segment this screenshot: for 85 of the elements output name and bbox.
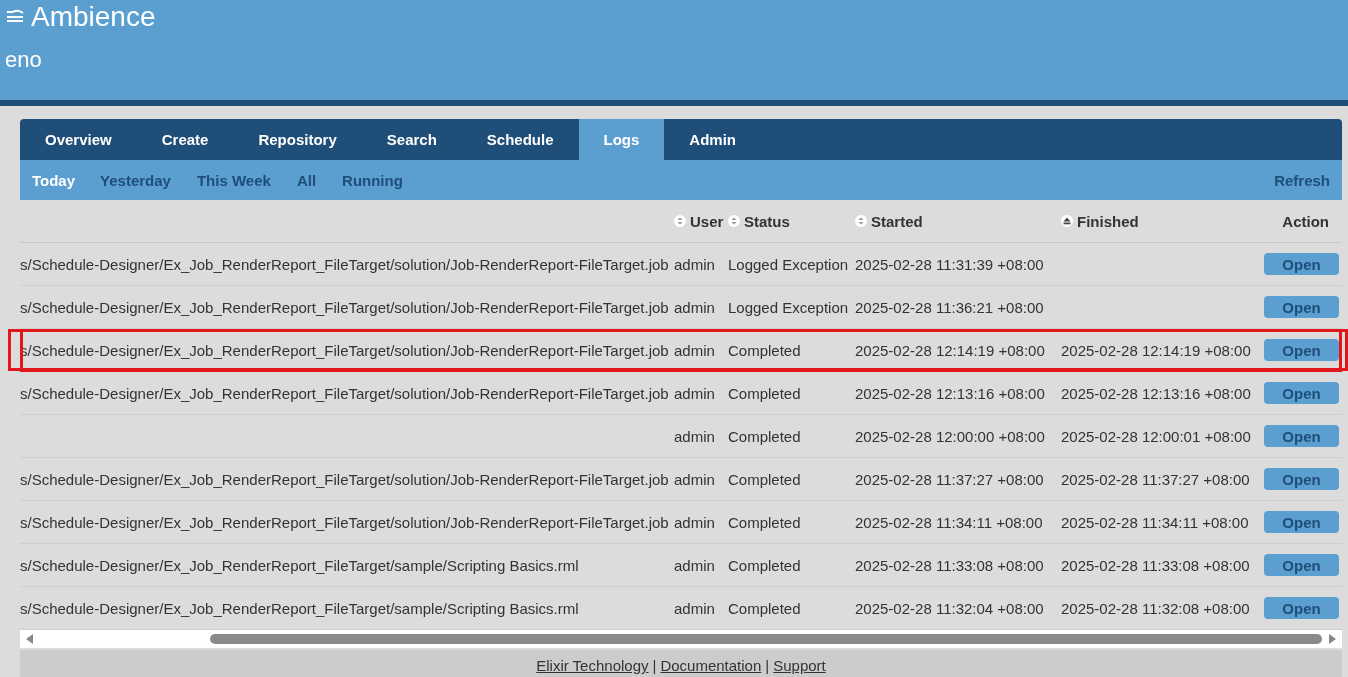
nav-tab[interactable]: Search <box>361 119 462 160</box>
open-button[interactable]: Open <box>1264 597 1339 619</box>
scrollbar-thumb[interactable] <box>210 634 1322 644</box>
file-path: s/Schedule-Designer/Ex_Job_RenderReport_FileTarget/solution/Job-RenderReport-FileTarget.job <box>20 255 669 273</box>
nav-tab[interactable]: Admin <box>664 119 762 160</box>
file-path: s/Schedule-Designer/Ex_Job_RenderReport_FileTarget/sample/Scripting Basics.rml <box>20 599 579 617</box>
started-cell: 2025-02-28 11:36:21 +08:00 <box>855 298 1044 316</box>
separator: | <box>765 657 770 674</box>
footer-link[interactable]: Documentation <box>660 657 762 674</box>
open-button[interactable]: Open <box>1264 339 1339 361</box>
user-cell: admin <box>674 599 715 617</box>
user-cell: admin <box>674 427 715 445</box>
started-cell: 2025-02-28 11:37:27 +08:00 <box>855 470 1044 488</box>
started-cell: 2025-02-28 11:34:11 +08:00 <box>855 513 1043 531</box>
file-path: s/Schedule-Designer/Ex_Job_RenderReport_FileTarget/solution/Job-RenderReport-FileTarget.job <box>20 470 669 488</box>
open-button[interactable]: Open <box>1264 425 1339 447</box>
sort-icon[interactable] <box>855 215 867 227</box>
user-cell: admin <box>674 298 715 316</box>
status-cell: Completed <box>728 556 801 574</box>
nav-tab[interactable]: Overview <box>20 119 137 160</box>
finished-cell: 2025-02-28 12:14:19 +08:00 <box>1061 341 1251 359</box>
status-cell: Completed <box>728 513 801 531</box>
user-cell: admin <box>674 513 715 531</box>
column-header[interactable]: Started <box>871 212 923 230</box>
status-cell: Completed <box>728 470 801 488</box>
file-path: s/Schedule-Designer/Ex_Job_RenderReport_FileTarget/solution/Job-RenderReport-FileTarget.job <box>20 341 669 359</box>
status-cell: Logged Exception <box>728 255 849 273</box>
footer-link[interactable]: Support <box>773 657 826 674</box>
started-cell: 2025-02-28 11:32:04 +08:00 <box>855 599 1044 617</box>
open-button[interactable]: Open <box>1264 296 1339 318</box>
user-cell: admin <box>674 255 715 273</box>
file-path: s/Schedule-Designer/Ex_Job_RenderReport_FileTarget/solution/Job-RenderReport-FileTarget.job <box>20 513 669 531</box>
refresh-link[interactable]: Refresh <box>1274 171 1330 189</box>
status-cell: Completed <box>728 427 801 445</box>
column-header[interactable]: Finished <box>1077 212 1139 230</box>
filter-link[interactable]: Running <box>342 171 403 189</box>
user-cell: admin <box>674 341 715 359</box>
finished-cell: 2025-02-28 11:37:27 +08:00 <box>1061 470 1250 488</box>
open-button[interactable]: Open <box>1264 511 1339 533</box>
file-path: s/Schedule-Designer/Ex_Job_RenderReport_FileTarget/sample/Scripting Basics.rml <box>20 556 579 574</box>
started-cell: 2025-02-28 11:31:39 +08:00 <box>855 255 1044 273</box>
started-cell: 2025-02-28 12:14:19 +08:00 <box>855 341 1045 359</box>
nav-tab[interactable]: Repository <box>233 119 362 160</box>
finished-cell: 2025-02-28 11:34:11 +08:00 <box>1061 513 1249 531</box>
started-cell: 2025-02-28 12:00:00 +08:00 <box>855 427 1045 445</box>
horizontal-scrollbar[interactable] <box>20 630 1342 648</box>
open-button[interactable]: Open <box>1264 382 1339 404</box>
sort-ascending-icon[interactable] <box>1061 215 1073 227</box>
open-button[interactable]: Open <box>1264 253 1339 275</box>
nav-tab[interactable]: Schedule <box>461 119 579 160</box>
footer-link[interactable]: Elixir Technology <box>536 657 649 674</box>
nav-tab[interactable]: Logs <box>578 119 665 160</box>
column-header[interactable]: User <box>690 212 724 230</box>
status-cell: Completed <box>728 384 801 402</box>
user-cell: admin <box>674 470 715 488</box>
sort-icon[interactable] <box>674 215 686 227</box>
file-path: s/Schedule-Designer/Ex_Job_RenderReport_FileTarget/solution/Job-RenderReport-FileTarget.job <box>20 298 669 316</box>
open-button[interactable]: Open <box>1264 554 1339 576</box>
column-header[interactable]: Status <box>744 212 790 230</box>
column-header: Action <box>1282 212 1329 230</box>
finished-cell: 2025-02-28 11:32:08 +08:00 <box>1061 599 1250 617</box>
file-path: s/Schedule-Designer/Ex_Job_RenderReport_FileTarget/solution/Job-RenderReport-FileTarget.job <box>20 384 669 402</box>
started-cell: 2025-02-28 11:33:08 +08:00 <box>855 556 1044 574</box>
nav-tab[interactable]: Create <box>136 119 234 160</box>
filter-link[interactable]: Yesterday <box>100 171 171 189</box>
status-cell: Completed <box>728 599 801 617</box>
finished-cell: 2025-02-28 12:13:16 +08:00 <box>1061 384 1251 402</box>
user-cell: admin <box>674 556 715 574</box>
scroll-left-icon[interactable] <box>24 633 34 645</box>
finished-cell: 2025-02-28 11:33:08 +08:00 <box>1061 556 1250 574</box>
menu-icon[interactable] <box>5 9 25 25</box>
finished-cell: 2025-02-28 12:00:01 +08:00 <box>1061 427 1251 445</box>
status-cell: Logged Exception <box>728 298 849 316</box>
scroll-right-icon[interactable] <box>1328 633 1338 645</box>
filter-link[interactable]: This Week <box>196 171 271 189</box>
app-title: Ambience <box>31 1 156 33</box>
user-name: eno <box>5 47 42 73</box>
user-cell: admin <box>674 384 715 402</box>
status-cell: Completed <box>728 341 801 359</box>
started-cell: 2025-02-28 12:13:16 +08:00 <box>855 384 1045 402</box>
filter-link[interactable]: Today <box>32 171 76 189</box>
filter-link[interactable]: All <box>296 171 317 189</box>
open-button[interactable]: Open <box>1264 468 1339 490</box>
sort-icon[interactable] <box>728 215 740 227</box>
separator: | <box>652 657 657 674</box>
